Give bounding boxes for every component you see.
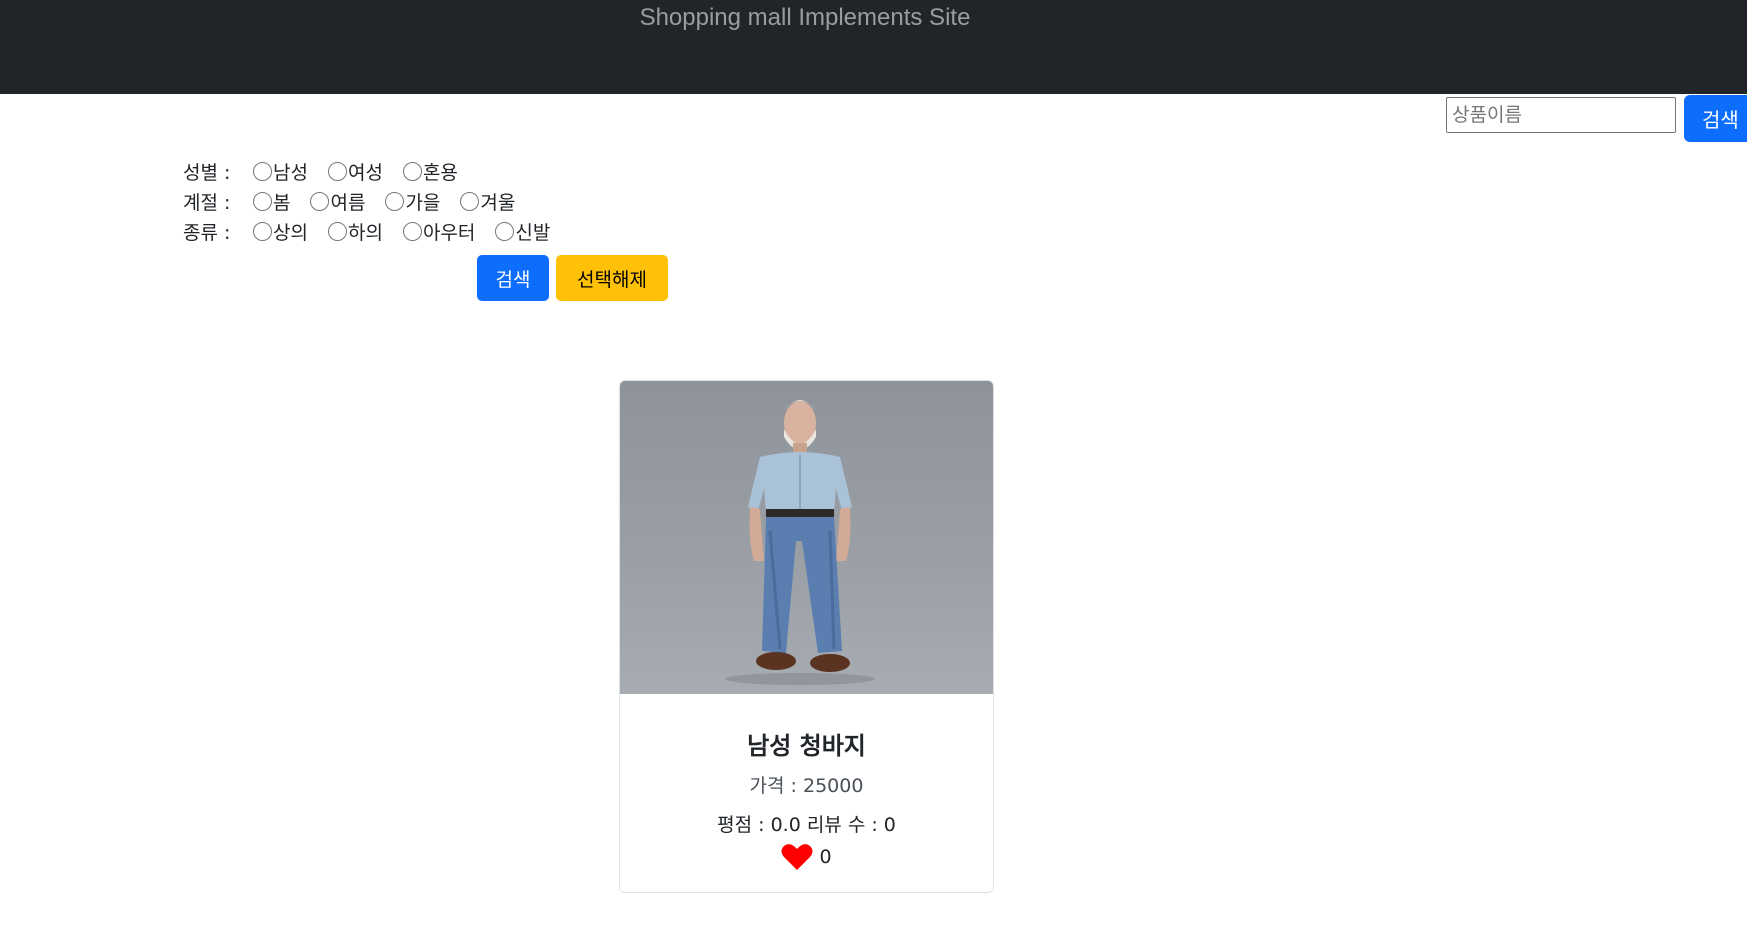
option-season-autumn[interactable]: 가을: [385, 188, 440, 215]
option-label: 하의: [347, 221, 383, 244]
option-label: 봄: [273, 191, 291, 214]
option-label: 남성: [273, 161, 308, 184]
product-photo-illustration: [725, 400, 875, 685]
radio-button[interactable]: [402, 221, 422, 241]
option-gender-unisex[interactable]: 혼용: [402, 158, 458, 185]
product-name[interactable]: 남성 청바지: [620, 726, 993, 761]
option-category-outer[interactable]: 아우터: [402, 218, 476, 245]
option-category-shoes[interactable]: 신발: [495, 218, 550, 245]
filter-search-button[interactable]: 검색: [477, 255, 549, 301]
option-category-top[interactable]: 상의: [253, 218, 308, 245]
option-label: 아우터: [422, 221, 476, 244]
radio-button[interactable]: [253, 191, 272, 211]
site-title: Shopping mall Implements Site: [639, 4, 971, 31]
option-label: 여름: [330, 191, 366, 214]
option-label: 겨울: [480, 191, 516, 214]
filter-row-category: 종류 : 상의 하의 아우터 신발: [183, 216, 570, 246]
radio-button[interactable]: [402, 161, 422, 181]
filter-label-gender: 성별 :: [183, 161, 231, 184]
product-name-search-input[interactable]: [1446, 97, 1676, 133]
product-rating: 평점 : 0.0 리뷰 수 : 0: [717, 814, 896, 836]
heart-icon[interactable]: [781, 843, 813, 871]
top-navbar: Shopping mall Implements Site: [0, 0, 1747, 94]
radio-button[interactable]: [253, 161, 272, 181]
option-category-bottom[interactable]: 하의: [327, 218, 383, 245]
option-gender-male[interactable]: 남성: [253, 158, 308, 185]
option-season-summer[interactable]: 여름: [310, 188, 365, 215]
filter-label-category: 종류 :: [183, 221, 231, 244]
radio-button[interactable]: [460, 191, 480, 211]
radio-button[interactable]: [327, 221, 347, 241]
option-gender-female[interactable]: 여성: [327, 158, 383, 185]
filter-panel: 성별 : 남성 여성 혼용 계절 : 봄 여름 가을 겨울 종류: 상의 하의…: [183, 156, 570, 246]
product-card[interactable]: 남성 청바지 가격 : 25000 평점 : 0.0 리뷰 수 : 0 0: [619, 380, 994, 893]
option-season-winter[interactable]: 겨울: [460, 188, 515, 215]
option-label: 혼용: [422, 161, 458, 184]
clear-selection-button[interactable]: 선택해제: [556, 255, 668, 301]
option-label: 상의: [273, 221, 308, 244]
product-name-search-button[interactable]: 검색: [1684, 95, 1747, 142]
option-label: 신발: [515, 221, 551, 244]
filter-label-season: 계절 :: [183, 191, 231, 214]
filter-row-gender: 성별 : 남성 여성 혼용: [183, 156, 570, 186]
option-label: 여성: [347, 161, 383, 184]
radio-button[interactable]: [310, 191, 330, 211]
product-image[interactable]: [620, 381, 993, 694]
radio-button[interactable]: [385, 191, 405, 211]
filter-row-season: 계절 : 봄 여름 가을 겨울: [183, 186, 570, 216]
like-count: 0: [819, 846, 832, 868]
option-season-spring[interactable]: 봄: [253, 188, 290, 215]
option-label: 가을: [405, 191, 441, 214]
radio-button[interactable]: [495, 221, 515, 241]
radio-button[interactable]: [327, 161, 347, 181]
radio-button[interactable]: [253, 221, 272, 241]
product-price: 가격 : 25000: [749, 775, 864, 797]
product-card-body: 남성 청바지 가격 : 25000 평점 : 0.0 리뷰 수 : 0 0: [620, 726, 993, 871]
like-row: 0: [620, 843, 993, 871]
